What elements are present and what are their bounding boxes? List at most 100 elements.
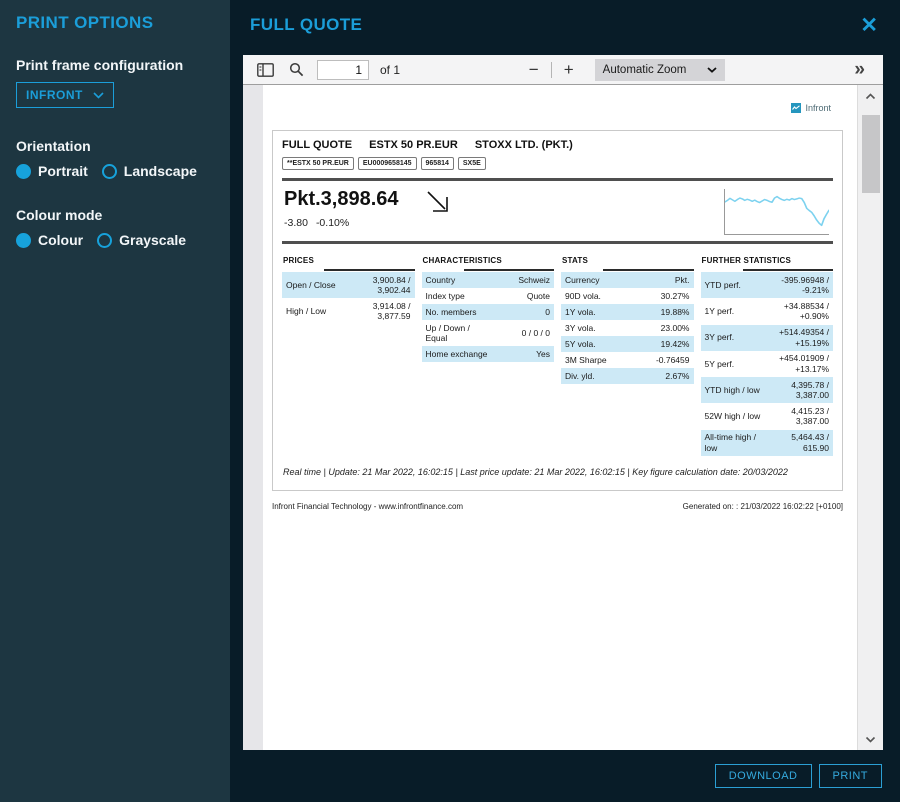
row-label: 5Y perf. bbox=[705, 359, 735, 370]
row-label: No. members bbox=[426, 307, 477, 318]
radio-landscape-label: Landscape bbox=[124, 163, 197, 179]
orientation-label: Orientation bbox=[16, 138, 214, 154]
scroll-down-icon[interactable] bbox=[863, 732, 879, 746]
table-row: 90D vola.30.27% bbox=[561, 288, 694, 304]
quote-issuer: STOXX LTD. (PKT.) bbox=[475, 139, 573, 151]
row-label: All-time high / low bbox=[705, 432, 765, 453]
radio-colour[interactable]: Colour bbox=[16, 232, 83, 248]
update-footnote: Real time | Update: 21 Mar 2022, 16:02:1… bbox=[282, 466, 833, 478]
table-row: High / Low3,914.08 / 3,877.59 bbox=[282, 298, 415, 324]
column-header: CHARACTERISTICS bbox=[422, 251, 555, 269]
row-value: -0.76459 bbox=[656, 355, 690, 366]
row-label: Country bbox=[426, 275, 456, 286]
row-value: 30.27% bbox=[661, 291, 690, 302]
quote-column: PRICESOpen / Close3,900.84 / 3,902.44Hig… bbox=[282, 251, 415, 456]
close-icon[interactable]: ✕ bbox=[856, 13, 882, 38]
row-label: 5Y vola. bbox=[565, 339, 596, 350]
row-value: 0 / 0 / 0 bbox=[522, 328, 550, 339]
infront-logo-text: Infront bbox=[805, 103, 831, 113]
instrument-chip: 965814 bbox=[421, 157, 454, 170]
last-price: Pkt.3,898.64 bbox=[284, 189, 399, 210]
row-value: Quote bbox=[527, 291, 550, 302]
row-label: Index type bbox=[426, 291, 465, 302]
zoom-out-button[interactable]: − bbox=[524, 61, 544, 78]
table-row: No. members 0 bbox=[422, 304, 555, 320]
table-row: 3M Sharpe-0.76459 bbox=[561, 352, 694, 368]
radio-portrait[interactable]: Portrait bbox=[16, 163, 88, 179]
quote-column: STATSCurrencyPkt.90D vola.30.27%1Y vola.… bbox=[561, 251, 694, 456]
page-footer-company: Infront Financial Technology - www.infro… bbox=[272, 502, 463, 511]
row-value: 0 bbox=[545, 307, 550, 318]
radio-portrait-label: Portrait bbox=[38, 163, 88, 179]
quote-column: CHARACTERISTICS Country Schweiz Index type Q… bbox=[422, 251, 555, 456]
row-label: YTD high / low bbox=[705, 385, 760, 396]
radio-grayscale[interactable]: Grayscale bbox=[97, 232, 186, 248]
table-row: All-time high / low5,464.43 / 615.90 bbox=[701, 430, 834, 456]
row-label: 1Y vola. bbox=[565, 307, 596, 318]
change-percent: -0.10% bbox=[316, 217, 349, 229]
radio-selected-icon bbox=[16, 164, 31, 179]
print-options-panel: PRINT OPTIONS Print frame configuration … bbox=[0, 0, 230, 802]
table-row: 5Y vola.19.42% bbox=[561, 336, 694, 352]
column-header-rule bbox=[464, 269, 554, 271]
row-value: +454.01909 / +13.17% bbox=[765, 353, 829, 374]
row-value: Schweiz bbox=[518, 275, 550, 286]
row-value: +34.88534 / +0.90% bbox=[765, 301, 829, 322]
infront-logo: Infront bbox=[791, 103, 831, 113]
column-header: FURTHER STATISTICS bbox=[701, 251, 834, 269]
frame-config-value: INFRONT bbox=[26, 88, 83, 102]
table-row: Home exchange Yes bbox=[422, 346, 555, 362]
quote-table: PRICESOpen / Close3,900.84 / 3,902.44Hig… bbox=[282, 251, 833, 456]
page-number-input[interactable] bbox=[317, 60, 369, 80]
row-value: 3,914.08 / 3,877.59 bbox=[347, 301, 411, 322]
row-label: Open / Close bbox=[286, 280, 336, 291]
table-row: Div. yld.2.67% bbox=[561, 368, 694, 384]
table-row: 52W high / low4,415.23 / 3,387.00 bbox=[701, 403, 834, 429]
print-button[interactable]: PRINT bbox=[819, 764, 883, 788]
sidebar-toggle-icon[interactable] bbox=[255, 61, 276, 79]
scroll-up-icon[interactable] bbox=[863, 89, 879, 103]
column-header-rule bbox=[324, 269, 414, 271]
chevron-down-icon bbox=[93, 92, 104, 99]
frame-config-label: Print frame configuration bbox=[16, 57, 214, 73]
row-value: +514.49354 / +15.19% bbox=[765, 327, 829, 348]
row-label: 3Y perf. bbox=[705, 332, 735, 343]
page-footer: Infront Financial Technology - www.infro… bbox=[272, 502, 843, 511]
table-row: YTD perf.-395.96948 / -9.21% bbox=[701, 272, 834, 298]
zoom-level-select[interactable]: Automatic Zoom bbox=[595, 59, 725, 81]
row-value: Pkt. bbox=[675, 275, 690, 286]
scrollbar-thumb[interactable] bbox=[862, 115, 880, 193]
row-label: Up / Down / Equal bbox=[426, 323, 491, 344]
frame-config-dropdown[interactable]: INFRONT bbox=[16, 82, 114, 108]
pdf-toolbar: of 1 − + Automatic Zoom » bbox=[243, 55, 883, 85]
row-value: 4,415.23 / 3,387.00 bbox=[765, 406, 829, 427]
row-value: Yes bbox=[536, 349, 550, 360]
sparkline-path bbox=[725, 197, 829, 226]
more-tools-icon[interactable]: » bbox=[848, 59, 871, 80]
toolbar-divider bbox=[551, 62, 552, 78]
search-icon[interactable] bbox=[287, 60, 306, 79]
print-dialog: PRINT OPTIONS Print frame configuration … bbox=[0, 0, 900, 802]
table-row: 1Y perf. +34.88534 / +0.90% bbox=[701, 298, 834, 324]
quote-card-title: FULL QUOTE ESTX 50 PR.EUR STOXX LTD. (PK… bbox=[282, 139, 833, 151]
row-label: 1Y perf. bbox=[705, 306, 735, 317]
table-row: Up / Down / Equal 0 / 0 / 0 bbox=[422, 320, 555, 346]
table-row: 3Y perf. +514.49354 / +15.19% bbox=[701, 325, 834, 351]
scrollbar-track[interactable] bbox=[858, 103, 883, 732]
quote-card: FULL QUOTE ESTX 50 PR.EUR STOXX LTD. (PK… bbox=[272, 130, 843, 491]
zoom-in-button[interactable]: + bbox=[559, 61, 579, 78]
viewer-gutter bbox=[243, 85, 263, 750]
download-button[interactable]: DOWNLOAD bbox=[715, 764, 812, 788]
radio-landscape[interactable]: Landscape bbox=[102, 163, 197, 179]
radio-colour-label: Colour bbox=[38, 232, 83, 248]
colour-mode-options: Colour Grayscale bbox=[16, 232, 214, 248]
vertical-scrollbar[interactable] bbox=[857, 85, 883, 750]
row-label: YTD perf. bbox=[705, 280, 741, 291]
chevron-down-icon bbox=[707, 67, 717, 73]
price-change: -3.80 -0.10% bbox=[284, 217, 451, 229]
panel-title: PRINT OPTIONS bbox=[16, 13, 214, 33]
quote-column: FURTHER STATISTICS YTD perf.-395.96948 / … bbox=[701, 251, 834, 456]
column-header-rule bbox=[603, 269, 693, 271]
row-label: Home exchange bbox=[426, 349, 488, 360]
dialog-header: FULL QUOTE ✕ bbox=[230, 0, 900, 50]
